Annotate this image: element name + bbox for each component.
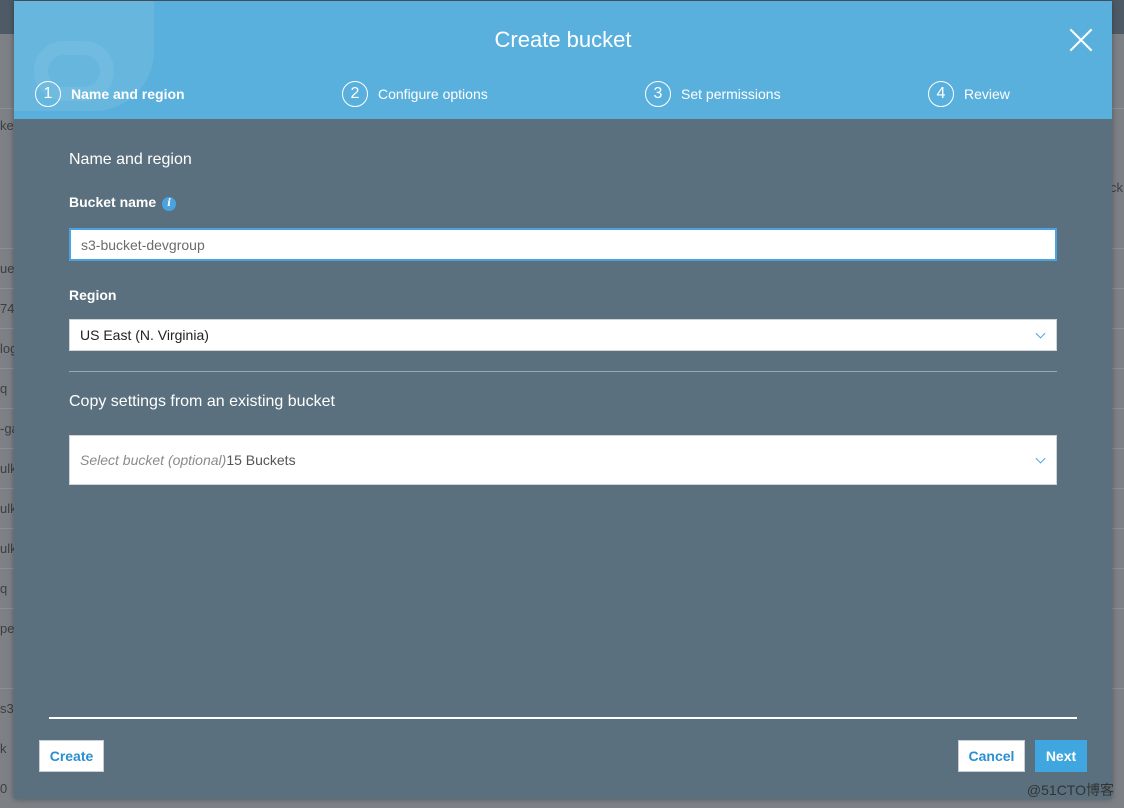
step-review[interactable]: 4 Review bbox=[928, 80, 1010, 108]
step-number: 1 bbox=[35, 81, 61, 107]
step-number: 2 bbox=[342, 81, 368, 107]
background-text: q bbox=[0, 581, 8, 596]
background-text: ulk bbox=[0, 501, 14, 516]
bucket-name-input[interactable] bbox=[69, 228, 1057, 261]
copy-bucket-placeholder: Select bucket (optional) bbox=[80, 452, 227, 468]
background-text: k bbox=[0, 741, 7, 756]
background-text: ue bbox=[0, 261, 14, 276]
background-text: -ga bbox=[0, 421, 14, 436]
section-divider bbox=[69, 371, 1057, 372]
chevron-down-icon bbox=[1035, 328, 1046, 339]
step-label: Configure options bbox=[378, 86, 488, 102]
copy-settings-title: Copy settings from an existing bucket bbox=[69, 393, 335, 410]
section-title: Name and region bbox=[69, 151, 192, 168]
step-label: Review bbox=[964, 86, 1010, 102]
step-label: Set permissions bbox=[681, 86, 781, 102]
background-text: q bbox=[0, 381, 8, 396]
close-icon[interactable] bbox=[1068, 27, 1094, 53]
bucket-name-label: Bucket name i bbox=[69, 194, 177, 211]
modal-header: Create bucket 1 Name and region 2 Config… bbox=[14, 1, 1112, 119]
background-text: ke bbox=[0, 118, 14, 133]
chevron-down-icon bbox=[1035, 453, 1046, 464]
step-name-and-region[interactable]: 1 Name and region bbox=[35, 80, 185, 108]
bucket-name-label-text: Bucket name bbox=[69, 194, 157, 210]
step-configure-options[interactable]: 2 Configure options bbox=[342, 80, 488, 108]
info-icon[interactable]: i bbox=[162, 197, 177, 211]
step-number: 4 bbox=[928, 81, 954, 107]
region-select[interactable]: US East (N. Virginia) bbox=[69, 319, 1057, 351]
next-button[interactable]: Next bbox=[1035, 740, 1087, 772]
step-label: Name and region bbox=[71, 86, 185, 102]
create-button[interactable]: Create bbox=[39, 740, 104, 772]
background-text: ulk bbox=[0, 461, 14, 476]
background-text: log bbox=[0, 341, 14, 356]
create-bucket-modal: Create bucket 1 Name and region 2 Config… bbox=[14, 1, 1112, 799]
copy-bucket-select[interactable]: Select bucket (optional) 15 Buckets bbox=[69, 435, 1057, 485]
footer-divider bbox=[49, 717, 1077, 719]
step-set-permissions[interactable]: 3 Set permissions bbox=[645, 80, 781, 108]
watermark: @51CTO博客 bbox=[1026, 782, 1114, 798]
background-text: s3 bbox=[0, 701, 14, 716]
background-text: 0 bbox=[0, 781, 8, 796]
bucket-count: 15 Buckets bbox=[226, 452, 296, 468]
background-text: 74 bbox=[0, 301, 14, 316]
region-selected-value: US East (N. Virginia) bbox=[80, 327, 209, 343]
cancel-button[interactable]: Cancel bbox=[958, 740, 1025, 772]
background-text: ck bbox=[1110, 180, 1123, 195]
background-text: per bbox=[0, 621, 14, 636]
region-label: Region bbox=[69, 287, 117, 303]
step-number: 3 bbox=[645, 81, 671, 107]
background-text: ulk bbox=[0, 541, 14, 556]
modal-title: Create bucket bbox=[494, 27, 632, 52]
